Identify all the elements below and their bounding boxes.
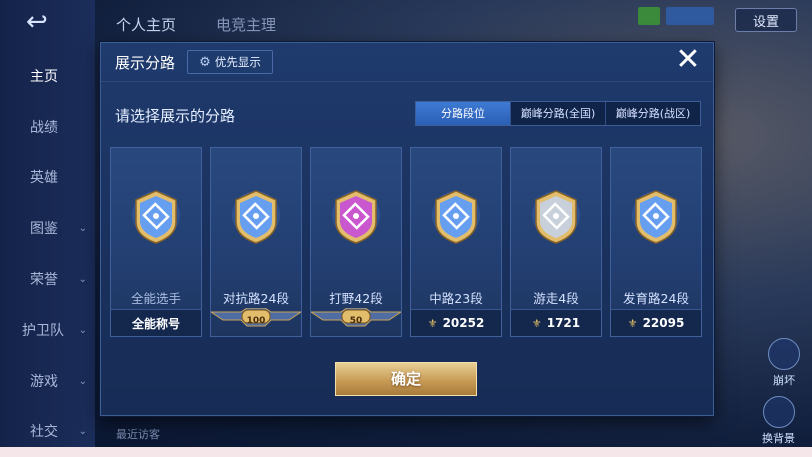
nav-item-label: 主页 [30, 69, 58, 85]
lane-card-roam[interactable]: 游走4段 ⚜ 1721 [510, 147, 602, 337]
side-button-change-bg[interactable]: 换背景 [762, 396, 795, 446]
side-button-label: 崩坏 [773, 374, 795, 387]
chevron-down-icon: ⌄ [78, 375, 87, 387]
lane-card-jungle[interactable]: 打野42段 50 [310, 147, 402, 337]
clash-lane-badge-icon [232, 190, 280, 244]
combat-power-icon: ⚜ [427, 316, 438, 330]
tab-lane-rank[interactable]: 分路段位 [416, 102, 510, 125]
lane-card-title: 发育路24段 [623, 291, 689, 306]
nav-item-social[interactable]: 社交 ⌄ [0, 417, 95, 445]
combat-power-icon: ⚜ [627, 316, 638, 330]
nav-item-label: 游戏 [30, 374, 58, 390]
lane-card-clash-lane[interactable]: 对抗路24段 100 [210, 147, 302, 337]
roam-badge-icon [532, 190, 580, 244]
tab-peak-national[interactable]: 巅峰分路(全国) [510, 102, 605, 125]
rank-number: 50 [349, 316, 363, 326]
side-button-crash[interactable]: 崩坏 [768, 338, 800, 388]
lane-filter-tabs: 分路段位 巅峰分路(全国) 巅峰分路(战区) [415, 101, 701, 126]
priority-display-label: 优先显示 [214, 55, 261, 69]
lane-card-footer: ⚜ 22095 [611, 309, 701, 336]
wifi-icon [638, 7, 660, 25]
dialog-header: 展示分路 ⚙ 优先显示 ✕ [101, 43, 713, 82]
paint-icon [762, 396, 795, 428]
back-button[interactable]: ↩ [26, 9, 70, 35]
farm-lane-badge-icon [632, 190, 680, 244]
gear-icon: ⚙ [199, 54, 211, 70]
priority-display-button[interactable]: ⚙ 优先显示 [187, 50, 273, 74]
nav-item-label: 社交 [30, 424, 58, 440]
lane-card-all-round[interactable]: 全能选手 全能称号 [110, 147, 202, 337]
nav-item-games[interactable]: 游戏 ⌄ [0, 367, 95, 395]
dialog-subtitle: 请选择展示的分路 [115, 107, 236, 125]
lane-card-title: 打野42段 [329, 291, 383, 306]
rank-number: 100 [246, 316, 266, 326]
nav-item-label: 英雄 [30, 170, 58, 186]
nav-item-atlas[interactable]: 图鉴 ⌄ [0, 214, 95, 242]
recent-visitors-label[interactable]: 最近访客 [116, 426, 160, 442]
nav-item-honor[interactable]: 荣誉 ⌄ [0, 265, 95, 293]
lane-display-dialog: 展示分路 ⚙ 优先显示 ✕ 请选择展示的分路 分路段位 巅峰分路(全国) 巅峰分… [100, 42, 714, 416]
chevron-down-icon: ⌄ [78, 425, 87, 437]
nav-item-label: 荣誉 [30, 272, 58, 288]
lane-card-value: 22095 [642, 316, 685, 330]
top-status-icons [638, 7, 714, 25]
lane-card-title: 中路23段 [429, 291, 483, 306]
combat-power-icon: ⚜ [531, 316, 542, 330]
bottom-strip [0, 447, 812, 457]
lane-card-footer: ⚜ 1721 [511, 309, 601, 336]
tab-peak-region[interactable]: 巅峰分路(战区) [605, 102, 700, 125]
nav-item-home[interactable]: 主页 [0, 62, 95, 90]
nav-item-guard-team[interactable]: 护卫队 ⌄ [0, 316, 95, 344]
lane-card-farm-lane[interactable]: 发育路24段 ⚜ 22095 [610, 147, 702, 337]
settings-button[interactable]: 设置 [735, 8, 797, 32]
all-round-badge-icon [132, 190, 180, 244]
nav-item-label: 图鉴 [30, 221, 58, 237]
lane-card-footer: ⚜ 20252 [411, 309, 501, 336]
chevron-down-icon: ⌄ [78, 222, 87, 234]
nav-item-heroes[interactable]: 英雄 [0, 163, 95, 191]
lane-card-title: 游走4段 [533, 291, 579, 306]
lane-card-value: 1721 [546, 316, 581, 330]
nav-item-label: 护卫队 [22, 323, 64, 339]
lane-card-title: 对抗路24段 [223, 291, 289, 306]
lane-card-value: 20252 [442, 316, 485, 330]
lane-card-mid-lane[interactable]: 中路23段 ⚜ 20252 [410, 147, 502, 337]
mid-lane-badge-icon [432, 190, 480, 244]
lane-card-footer: 全能称号 [111, 309, 201, 336]
tab-profile[interactable]: 个人主页 [116, 14, 176, 35]
confirm-button[interactable]: 确定 [335, 362, 477, 396]
lane-card-title: 全能选手 [130, 291, 181, 306]
chevron-down-icon: ⌄ [78, 273, 87, 285]
left-nav: ↩ 主页 战绩 英雄 图鉴 ⌄ 荣誉 ⌄ 护卫队 ⌄ 游戏 ⌄ 社交 ⌄ [0, 0, 95, 447]
dialog-title: 展示分路 [115, 54, 176, 72]
nav-item-label: 战绩 [30, 120, 58, 136]
status-badge [666, 7, 714, 25]
chevron-down-icon: ⌄ [78, 324, 87, 336]
nav-item-record[interactable]: 战绩 [0, 113, 95, 141]
close-button[interactable]: ✕ [671, 43, 705, 77]
lane-card-value: 全能称号 [131, 316, 180, 331]
jungle-badge-icon [332, 190, 380, 244]
shield-icon [768, 338, 800, 370]
tab-esports[interactable]: 电竞主理 [216, 14, 276, 35]
side-button-label: 换背景 [762, 432, 795, 445]
